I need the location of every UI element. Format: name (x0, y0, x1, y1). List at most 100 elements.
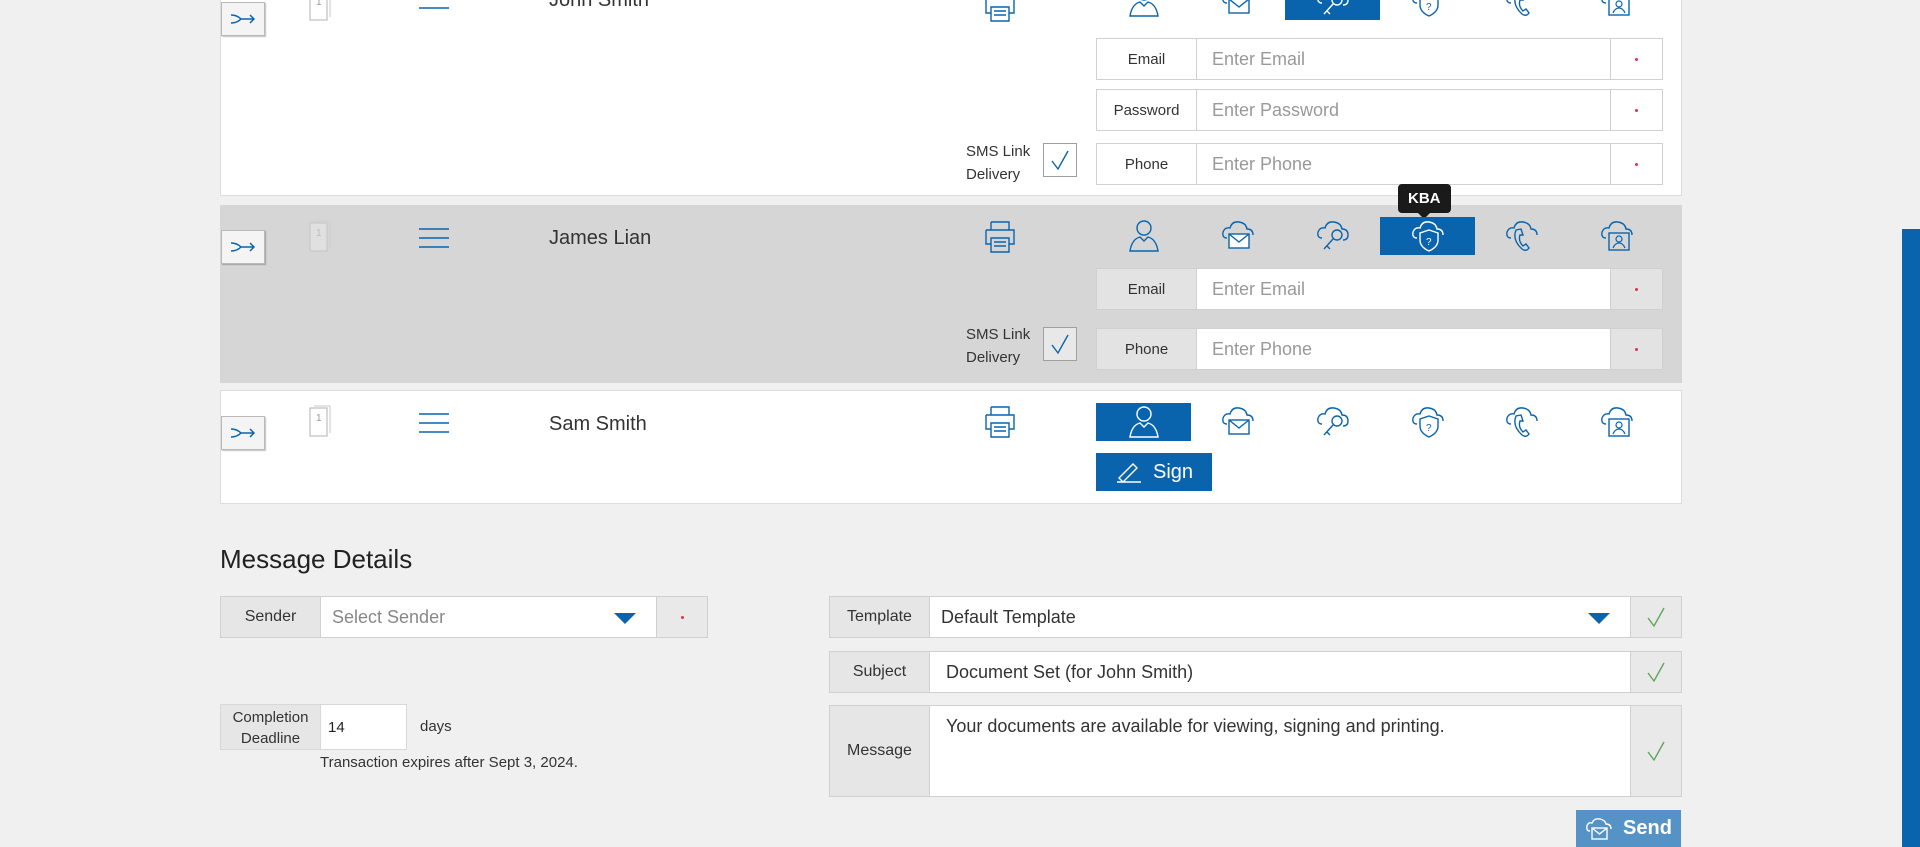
id-card-cloud-icon (1600, 0, 1632, 16)
auth-password-button[interactable] (1285, 0, 1380, 20)
phone-cloud-icon (1505, 407, 1538, 437)
person-icon (1128, 0, 1159, 17)
signer-row-james-lian: 1 James Lian KBA ? Email Enter Email SMS… (220, 184, 1682, 383)
menu-icon[interactable] (417, 411, 451, 435)
sms-link-delivery-label: SMS Link Delivery (966, 143, 1031, 183)
kba-shield-icon: ? (1411, 221, 1444, 252)
section-title: Message Details (220, 544, 413, 574)
send-label: Send (1623, 817, 1672, 839)
auth-password-button[interactable] (1285, 217, 1380, 255)
move-arrow-icon (230, 14, 256, 24)
svg-text:1: 1 (316, 228, 322, 239)
email-label: Email (1096, 268, 1197, 310)
sender-label: Sender (220, 596, 321, 638)
printer-icon[interactable] (982, 0, 1018, 23)
valid-indicator (1631, 651, 1682, 693)
auth-in-person-button[interactable] (1096, 0, 1191, 20)
reorder-button[interactable] (221, 2, 265, 36)
auth-options: ? (1096, 403, 1664, 441)
template-value: Default Template (941, 606, 1076, 627)
expiry-text: Transaction expires after Sept 3, 2024. (320, 754, 578, 771)
key-cloud-icon (1316, 221, 1349, 250)
auth-email-button[interactable] (1190, 217, 1285, 255)
svg-text:?: ? (1426, 237, 1432, 248)
phone-input[interactable]: Enter Phone (1197, 143, 1611, 185)
signer-name: James Lian (549, 227, 652, 249)
signer-row-john-smith: 1 John Smith ? Email Enter Email Passwor… (220, 0, 1682, 196)
valid-indicator (1631, 596, 1682, 638)
reorder-button[interactable] (221, 416, 265, 450)
svg-text:?: ? (1426, 2, 1432, 13)
sms-link-delivery-checkbox[interactable] (1043, 143, 1077, 177)
auth-id-button[interactable] (1569, 0, 1664, 20)
auth-phone-button[interactable] (1474, 0, 1569, 20)
menu-icon[interactable] (417, 226, 451, 250)
printer-icon[interactable] (982, 218, 1018, 254)
id-card-cloud-icon (1600, 407, 1633, 437)
deadline-field: Completion Deadline 14 (220, 704, 408, 750)
message-label: Message (829, 705, 930, 797)
deadline-label: Completion Deadline (220, 704, 321, 750)
message-textarea[interactable]: Your documents are available for viewing… (930, 705, 1631, 797)
valid-indicator (1631, 705, 1682, 797)
svg-text:1: 1 (316, 0, 322, 8)
email-cloud-icon (1221, 407, 1254, 435)
email-input[interactable]: Enter Email (1197, 268, 1611, 310)
deadline-unit: days (420, 718, 452, 735)
key-cloud-icon (1316, 407, 1349, 436)
auth-id-button[interactable] (1569, 217, 1664, 255)
dropdown-arrow-icon (614, 613, 636, 624)
subject-input[interactable]: Document Set (for John Smith) (930, 651, 1631, 693)
phone-field: Phone Enter Phone (1096, 328, 1663, 370)
person-icon (1128, 406, 1159, 438)
phone-input[interactable]: Enter Phone (1197, 328, 1611, 370)
phone-label: Phone (1096, 328, 1197, 370)
password-input[interactable]: Enter Password (1197, 89, 1611, 131)
scrollbar[interactable] (1902, 229, 1920, 847)
auth-phone-button[interactable] (1474, 217, 1569, 255)
reorder-button[interactable] (221, 230, 265, 264)
template-select[interactable]: Default Template (930, 596, 1631, 638)
required-indicator (1611, 89, 1663, 131)
email-field: Email Enter Email (1096, 268, 1663, 310)
template-field: Template Default Template (829, 596, 1682, 638)
valid-check-icon (1647, 607, 1665, 628)
signer-name: John Smith (549, 0, 650, 11)
auth-email-button[interactable] (1190, 403, 1285, 441)
id-card-cloud-icon (1600, 221, 1633, 251)
auth-in-person-button[interactable] (1096, 403, 1191, 441)
document-count-icon: 1 (309, 405, 331, 437)
auth-email-button[interactable] (1190, 0, 1285, 20)
password-field: Password Enter Password (1096, 89, 1663, 131)
valid-check-icon (1647, 741, 1665, 762)
required-indicator (1611, 38, 1663, 80)
sign-button[interactable]: Sign (1096, 453, 1212, 491)
message-field: Message Your documents are available for… (829, 705, 1682, 797)
auth-kba-button[interactable]: ? (1380, 217, 1475, 255)
kba-tooltip: KBA (1398, 184, 1451, 219)
email-label: Email (1096, 38, 1197, 80)
deadline-input[interactable]: 14 (321, 704, 407, 750)
signer-name: Sam Smith (549, 413, 647, 435)
menu-icon[interactable] (417, 0, 451, 11)
sender-field: Sender Select Sender (220, 596, 708, 638)
auth-kba-button[interactable]: ? (1380, 0, 1475, 20)
email-cloud-icon (1221, 0, 1253, 14)
required-indicator (1611, 328, 1663, 370)
document-count-icon: 1 (309, 0, 331, 21)
auth-id-button[interactable] (1569, 403, 1664, 441)
printer-icon[interactable] (982, 403, 1018, 439)
auth-phone-button[interactable] (1474, 403, 1569, 441)
send-button[interactable]: Send (1576, 810, 1681, 847)
sms-link-delivery-checkbox[interactable] (1043, 327, 1077, 361)
auth-options: ? (1096, 0, 1664, 20)
template-label: Template (829, 596, 930, 638)
sign-label: Sign (1152, 460, 1194, 483)
sender-select[interactable]: Select Sender (321, 596, 657, 638)
auth-in-person-button[interactable] (1096, 217, 1191, 255)
send-mail-icon (1586, 817, 1612, 840)
auth-password-button[interactable] (1285, 403, 1380, 441)
email-input[interactable]: Enter Email (1197, 38, 1611, 80)
auth-kba-button[interactable]: ? (1380, 403, 1475, 441)
dropdown-arrow-icon (1588, 613, 1610, 624)
